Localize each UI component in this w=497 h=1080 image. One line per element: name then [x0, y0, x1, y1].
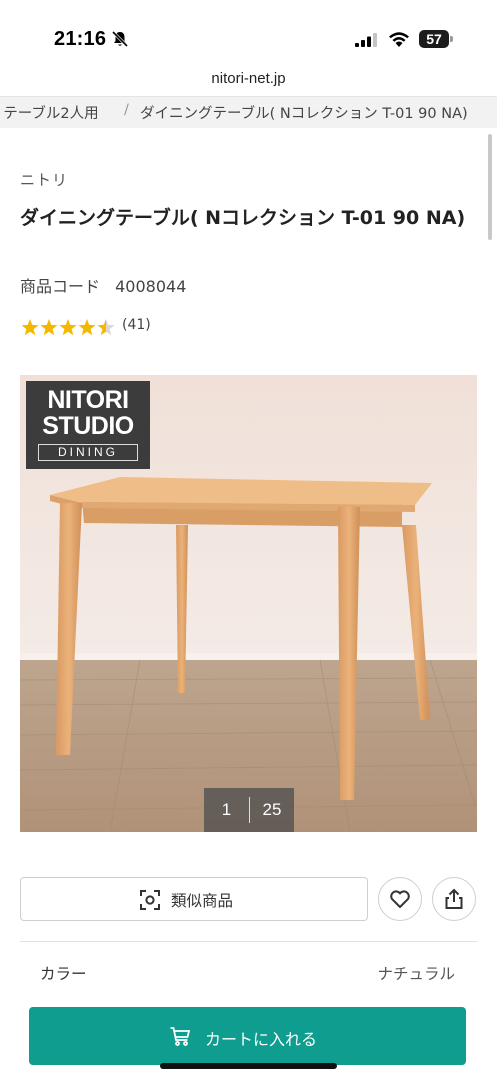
status-time: 21:16	[54, 28, 107, 50]
logo-text-line2: STUDIO	[42, 412, 134, 440]
scroll-indicator	[488, 134, 492, 240]
share-button[interactable]	[432, 877, 476, 921]
breadcrumb-separator: /	[124, 102, 129, 118]
brand-name[interactable]: ニトリ	[20, 169, 68, 190]
star-icon	[97, 319, 115, 336]
logo-text-line1: NITORI	[47, 386, 129, 414]
share-icon	[445, 888, 463, 909]
image-counter-total: 25	[262, 800, 282, 819]
breadcrumb-item-category[interactable]: ﾞテーブル2人用	[0, 102, 99, 123]
wifi-icon	[389, 32, 409, 47]
add-to-cart-label: カートに入れる	[205, 1030, 318, 1049]
color-option-row[interactable]: カラー ナチュラル	[20, 942, 477, 1000]
color-value: ナチュラル	[377, 965, 455, 983]
product-code: 商品コード 4008044	[20, 273, 186, 297]
color-label: カラー	[40, 965, 87, 983]
product-code-value: 4008044	[115, 277, 187, 296]
similar-products-button[interactable]: 類似商品	[20, 877, 368, 921]
address-bar[interactable]: nitori-net.jp	[0, 64, 497, 96]
bell-slash-icon	[111, 30, 129, 48]
nitori-studio-logo: NITORI STUDIO DINING	[26, 381, 150, 469]
scan-icon	[140, 890, 160, 910]
logo-text-line3: DINING	[38, 444, 138, 461]
product-image[interactable]: NITORI STUDIO DINING 1 25	[20, 375, 477, 832]
add-to-cart-button[interactable]: カートに入れる	[29, 1007, 466, 1065]
battery-icon: 57	[419, 30, 453, 48]
star-icon	[40, 319, 58, 336]
home-indicator[interactable]	[160, 1063, 337, 1069]
image-counter: 1 25	[204, 788, 294, 832]
cart-icon	[170, 1027, 191, 1046]
url-text[interactable]: nitori-net.jp	[0, 70, 497, 87]
signal-icon	[355, 33, 377, 47]
favorite-button[interactable]	[378, 877, 422, 921]
star-icon	[78, 319, 96, 336]
star-icon	[21, 319, 39, 336]
star-rating-icon	[21, 319, 115, 336]
breadcrumb: ﾞテーブル2人用 / ダイニングテーブル( Nコレクション T-01 90 NA…	[0, 96, 497, 128]
similar-products-label: 類似商品	[171, 892, 234, 910]
product-title: ダイニングテーブル( Nコレクション T-01 90 NA)	[20, 207, 466, 229]
image-counter-current: 1	[221, 800, 232, 819]
status-bar: 21:16 57	[0, 0, 497, 64]
review-count[interactable]: (41)	[122, 317, 151, 333]
battery-level: 57	[426, 31, 442, 47]
heart-icon	[390, 890, 410, 908]
star-icon	[59, 319, 77, 336]
breadcrumb-item-current[interactable]: ダイニングテーブル( Nコレクション T-01 90 NA)	[140, 102, 468, 123]
product-code-label: 商品コード	[20, 277, 101, 296]
